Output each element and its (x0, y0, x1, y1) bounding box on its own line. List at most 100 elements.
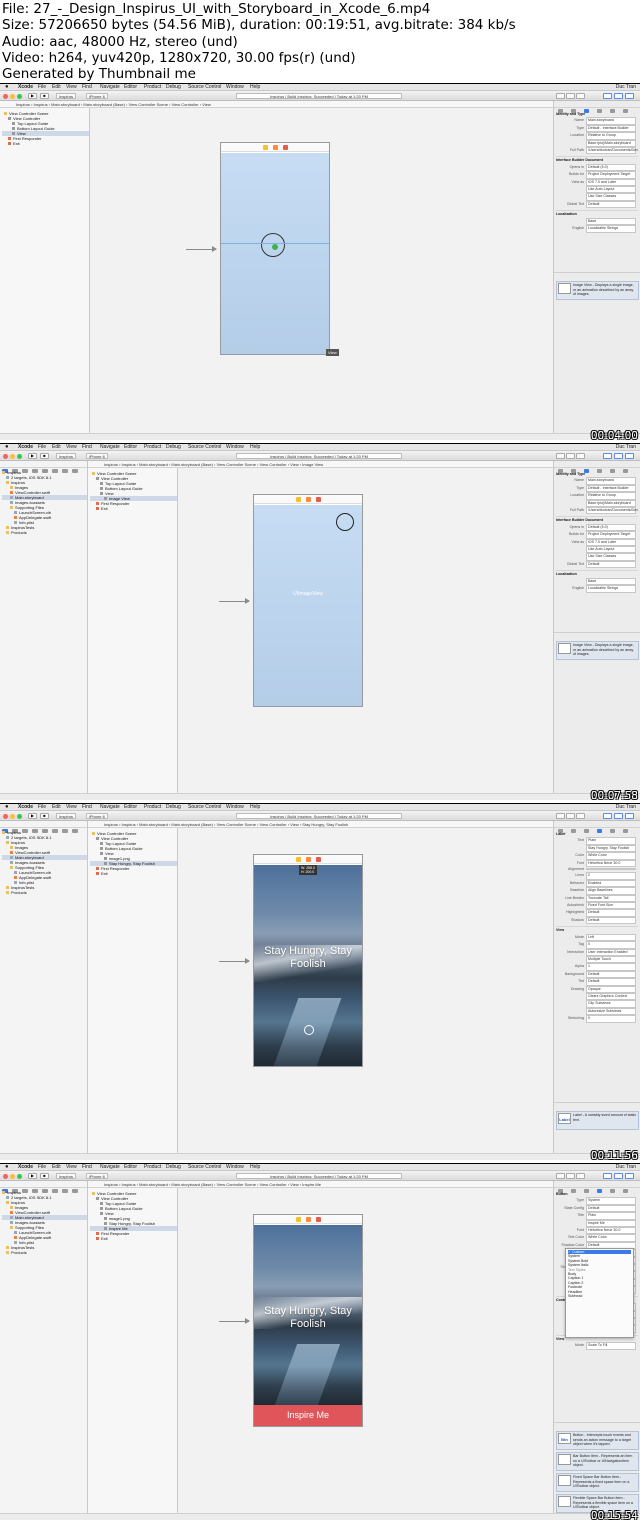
inspector-value[interactable]: Base.lproj/Main.storyboard (586, 139, 636, 148)
inspector-value[interactable]: Default (586, 200, 636, 209)
editor-assistant-icon[interactable] (566, 813, 575, 819)
view-controller-icon[interactable] (263, 145, 268, 150)
navigator-toggle-icon[interactable] (603, 813, 612, 819)
inspector-tab-icon[interactable] (597, 468, 602, 473)
inspector-row[interactable]: Type System (556, 1197, 638, 1205)
zoom-button[interactable] (17, 813, 22, 819)
menu-user-name[interactable]: Duc Tran (616, 444, 636, 451)
stop-button[interactable]: ■ (40, 93, 49, 99)
stop-button[interactable]: ■ (40, 813, 49, 819)
inspector-tab-icon[interactable] (610, 108, 615, 113)
inspector-row[interactable]: Text Plain (556, 837, 638, 845)
navigator-tab-icon[interactable] (42, 1188, 48, 1193)
inspector-value[interactable]: Default (586, 909, 636, 917)
navigator-toggle-icon[interactable] (603, 93, 612, 99)
close-button[interactable] (3, 1173, 8, 1179)
inspector-row[interactable]: Text Color White Color (556, 1234, 638, 1242)
inspector-tab-icon[interactable] (597, 828, 602, 833)
inspector-value[interactable]: Autoresize Subviews (586, 1007, 636, 1016)
inspector-value[interactable]: Use Size Classes (586, 193, 636, 201)
menu-item[interactable]: Editor (124, 84, 137, 91)
inspector-row[interactable]: Baseline Align Baselines (556, 887, 638, 895)
menu-item[interactable]: Debug (166, 444, 181, 451)
menu-item[interactable]: Find (82, 804, 92, 811)
navigator-toggle-icon[interactable] (603, 1173, 612, 1179)
view-controller-icon[interactable] (296, 497, 301, 502)
minimize-button[interactable] (10, 813, 15, 819)
inspector-row[interactable]: Title Plain (556, 1212, 638, 1220)
inspector-value[interactable]: Use Size Classes (586, 553, 636, 561)
view-area[interactable]: UIImageView (254, 505, 362, 706)
debug-toggle-icon[interactable] (614, 1173, 623, 1179)
library-item[interactable]: Image View - Displays a single image, or… (556, 641, 639, 660)
inspector-value[interactable]: Helvetica Neue 30.0 (586, 1227, 636, 1235)
navigator-tab-icon[interactable] (52, 828, 58, 833)
inspector-value[interactable]: Left (586, 933, 636, 942)
minimize-button[interactable] (10, 1173, 15, 1179)
navigator-toggle-icon[interactable] (603, 453, 612, 459)
utilities-toggle-icon[interactable] (625, 1173, 634, 1179)
inspector-tab-icon[interactable] (584, 828, 589, 833)
navigator-tab-icon[interactable] (62, 1188, 68, 1193)
menu-item[interactable]: Navigate (100, 804, 120, 811)
inspector-value[interactable]: Default (586, 916, 636, 925)
navigator-tab-icon[interactable] (72, 1188, 78, 1193)
inspector-value[interactable]: Base (586, 577, 636, 586)
menu-item[interactable]: Product (144, 804, 161, 811)
menu-item[interactable]: Edit (52, 804, 61, 811)
inspector-value[interactable]: Truncate Tail (586, 894, 636, 903)
inspector-value[interactable]: Default - Interface Builder (586, 484, 636, 493)
exit-icon[interactable] (283, 145, 288, 150)
editor-version-icon[interactable] (576, 813, 585, 819)
inspector-row[interactable]: Builds for Project Deployment Target (556, 171, 638, 179)
navigator-tab-icon[interactable] (52, 1188, 58, 1193)
inspector-tab-icon[interactable] (571, 1188, 576, 1193)
inspector-row[interactable]: Autoshrink Fixed Font Size (556, 902, 638, 910)
inspector-value[interactable]: Multiple Touch (586, 955, 636, 964)
scheme-selector[interactable]: Inspirus (56, 813, 77, 819)
stop-button[interactable]: ■ (40, 453, 49, 459)
inspector-tab-icon[interactable] (597, 1188, 602, 1193)
first-responder-icon[interactable] (306, 857, 311, 862)
menu-item[interactable]: Debug (166, 84, 181, 91)
inspector-value[interactable]: Base (586, 217, 636, 226)
inspector-row[interactable]: Inspire Me (556, 1219, 638, 1228)
navigator-tab-icon[interactable] (32, 828, 38, 833)
menu-item[interactable]: View (66, 1164, 77, 1171)
apple-menu-icon[interactable]: ● (5, 84, 9, 91)
view-controller-icon[interactable] (296, 857, 301, 862)
inspector-row[interactable]: English Localizable Strings (556, 225, 638, 233)
menu-item[interactable]: Product (144, 1164, 161, 1171)
inspector-value[interactable]: Plain (586, 837, 636, 845)
inspector-row[interactable]: Type Default - Interface Builder (556, 484, 638, 493)
inspector-row[interactable]: Stay Hungry, Stay Foolish (556, 844, 638, 853)
utilities-toggle-icon[interactable] (625, 813, 634, 819)
menu-item[interactable]: File (38, 1164, 46, 1171)
menu-item[interactable]: Debug (166, 804, 181, 811)
exit-icon[interactable] (316, 497, 321, 502)
menu-item[interactable]: Help (250, 1164, 260, 1171)
inspector-tab-icon[interactable] (610, 468, 615, 473)
apple-menu-icon[interactable]: ● (5, 804, 9, 811)
exit-icon[interactable] (316, 1217, 321, 1222)
inspector-row[interactable]: Alpha 1 (556, 963, 638, 971)
inspector-value[interactable]: Default (586, 978, 636, 986)
inspector-value[interactable]: Localizable Strings (586, 225, 636, 233)
inspector-value[interactable]: Main.storyboard (586, 477, 636, 485)
inspector-value[interactable]: 1 (586, 963, 636, 971)
menu-item[interactable]: Debug (166, 1164, 181, 1171)
outline-item[interactable]: Exit (2, 141, 89, 146)
inspector-row[interactable]: Global Tint Default (556, 560, 638, 569)
inspector-row[interactable]: Background Default (556, 970, 638, 979)
inspector-value[interactable] (586, 868, 636, 871)
menu-item[interactable]: View (66, 84, 77, 91)
menu-item[interactable]: File (38, 84, 46, 91)
inspector-value[interactable]: Relative to Group (586, 132, 636, 140)
editor-assistant-icon[interactable] (566, 1173, 575, 1179)
scheme-selector[interactable]: Inspirus (56, 1173, 77, 1179)
menu-item[interactable]: Window (226, 444, 244, 451)
menu-item[interactable]: Editor (124, 1164, 137, 1171)
view-controller-scene[interactable]: Stay Hungry, Stay Foolish W: 288.0 H: 200… (253, 854, 363, 1067)
inspector-row[interactable]: Line Breaks Truncate Tail (556, 894, 638, 903)
inspector-tab-icon[interactable] (610, 828, 615, 833)
